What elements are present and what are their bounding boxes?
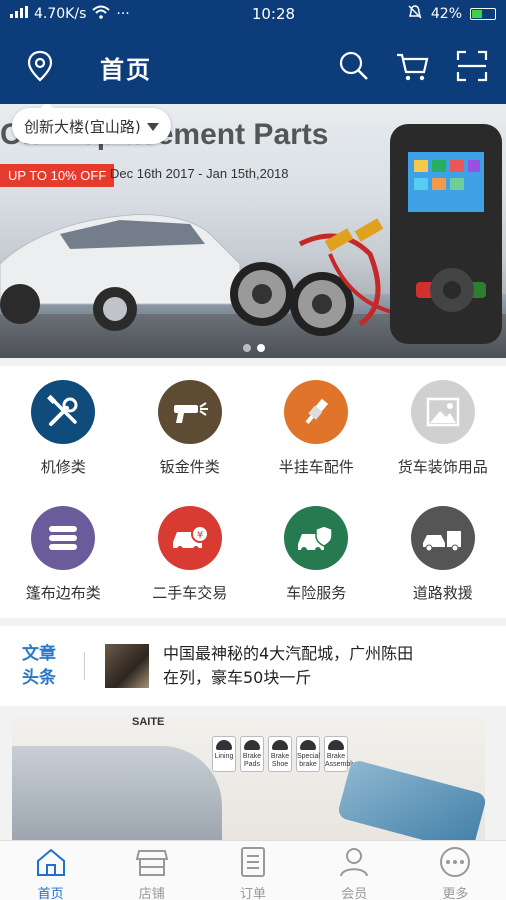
caret-down-icon [146, 117, 159, 135]
location-pin-icon[interactable] [22, 48, 58, 84]
mute-icon [407, 4, 423, 24]
member-icon [337, 845, 371, 883]
ad-product-chip: Brake Shoe [268, 736, 292, 772]
more-status: ··· [116, 6, 130, 22]
ad-product-chip: Special brake [296, 736, 320, 772]
cart-icon[interactable] [394, 48, 430, 84]
category-label: 篷布边布类 [25, 584, 101, 602]
ad-brake-pad-image [336, 758, 485, 840]
category-label: 机修类 [40, 458, 86, 476]
tab-order[interactable]: 订单 [202, 841, 303, 900]
category-item[interactable]: 半挂车配件 [253, 366, 380, 492]
order-icon [236, 845, 270, 883]
wrench-screwdriver-icon [31, 380, 96, 444]
home-icon [34, 845, 68, 883]
banner-dot[interactable] [257, 344, 265, 352]
news-tag: 文章 头条 [0, 642, 84, 690]
category-item[interactable]: 车险服务 [253, 492, 380, 618]
category-item[interactable]: 篷布边布类 [0, 492, 127, 618]
news-headline-line1: 中国最神秘的4大汽配城，广州陈田 [163, 644, 414, 663]
status-bar: 4.70K/s ··· 10:28 42% [0, 0, 506, 28]
category-grid: 机修类 钣金件类 半挂车配件 货车装饰用品篷布边布类 ¥ 二手车交易 车险服务 道路救援 [0, 366, 506, 618]
category-label: 道路救援 [412, 584, 473, 602]
news-headline-line2: 在列，豪车50块一斤 [163, 668, 312, 687]
fabric-icon [31, 506, 96, 570]
category-label: 钣金件类 [159, 458, 220, 476]
app-header: 首页 [0, 28, 506, 104]
scan-icon[interactable] [454, 48, 490, 84]
tab-label: 会员 [341, 887, 368, 900]
net-speed: 4.70K/s [34, 6, 87, 22]
category-item[interactable]: ¥ 二手车交易 [127, 492, 254, 618]
news-tag-line1: 文章 [22, 644, 56, 664]
ad-product-chip: Lining [212, 736, 236, 772]
ad-brand: SAITE [132, 716, 165, 728]
ad-product-chip: Brake Pads [240, 736, 264, 772]
location-selector[interactable]: 创新大楼(宜山路) [12, 104, 171, 144]
news-headline[interactable]: 中国最神秘的4大汽配城，广州陈田 在列，豪车50块一斤 [163, 642, 506, 690]
tab-label: 订单 [239, 887, 266, 900]
banner-pagination [243, 344, 265, 352]
tab-more[interactable]: 更多 [405, 841, 506, 900]
category-label: 货车装饰用品 [397, 458, 488, 476]
battery-percent: 42% [430, 6, 462, 22]
app-screen: 4.70K/s ··· 10:28 42% 首页 Parts UP TO 10%… [0, 0, 506, 900]
battery-icon [470, 8, 496, 20]
store-icon [135, 845, 169, 883]
category-item[interactable]: 机修类 [0, 366, 127, 492]
bottom-tab-bar: 首页 店铺 订单 会员 更多 [0, 840, 506, 900]
signal-icon [10, 6, 28, 22]
ad-truck-image [12, 746, 222, 840]
news-divider [84, 652, 85, 680]
ad-product-list: Lining Brake Pads Brake Shoe Special brake B… [212, 736, 355, 772]
tab-store[interactable]: 店铺 [101, 841, 202, 900]
news-thumbnail [105, 644, 149, 688]
wifi-icon [92, 5, 111, 23]
promo-banner[interactable]: Car Replacement Parts UP TO 10% OFF Dec … [0, 104, 506, 358]
brake-ad-banner[interactable]: SAITE Lining Brake Pads Brake Shoe Special … [12, 716, 485, 840]
category-label: 车险服务 [286, 584, 347, 602]
spray-gun-icon [157, 380, 222, 444]
category-item[interactable]: 货车装饰用品 [380, 366, 506, 492]
category-label: 半挂车配件 [278, 458, 354, 476]
ad-product-chip: Brake Assembly [324, 736, 355, 772]
news-ticker[interactable]: 文章 头条 中国最神秘的4大汽配城，广州陈田 在列，豪车50块一斤 [0, 626, 506, 706]
tab-label: 店铺 [138, 887, 165, 900]
category-item[interactable]: 道路救援 [380, 492, 506, 618]
clock: 10:28 [251, 5, 296, 23]
category-label: 二手车交易 [152, 584, 228, 602]
tab-member[interactable]: 会员 [304, 841, 405, 900]
svg-text:¥: ¥ [197, 530, 203, 541]
car-yuan-icon: ¥ [157, 506, 222, 570]
banner-dot[interactable] [243, 344, 251, 352]
tow-truck-icon [410, 506, 475, 570]
more-icon [438, 845, 472, 883]
spark-plug-icon [284, 380, 349, 444]
location-label: 创新大楼(宜山路) [24, 117, 141, 136]
image-icon [410, 380, 475, 444]
page-title: 首页 [100, 56, 152, 84]
category-item[interactable]: 钣金件类 [127, 366, 254, 492]
news-tag-line2: 头条 [22, 668, 56, 688]
tab-label: 更多 [442, 887, 469, 900]
tab-home[interactable]: 首页 [0, 841, 101, 900]
car-shield-icon [284, 506, 349, 570]
search-icon[interactable] [336, 48, 372, 84]
tab-label: 首页 [37, 887, 64, 900]
